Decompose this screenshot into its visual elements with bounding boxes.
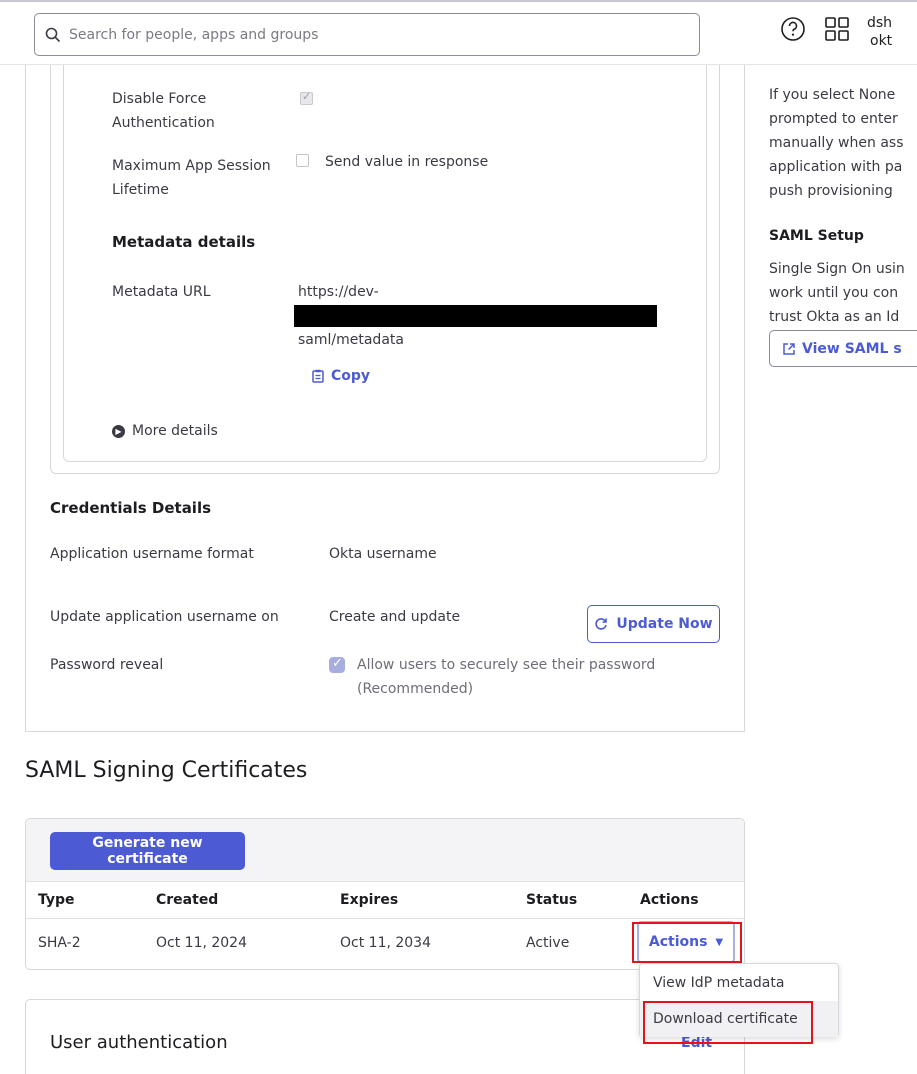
user-name[interactable]: dsh — [867, 14, 917, 32]
copy-link[interactable]: Copy — [311, 368, 370, 384]
username-format-label: Application username format — [50, 546, 254, 562]
external-link-icon — [783, 342, 795, 355]
cell-type: SHA-2 — [38, 935, 81, 951]
user-authentication-title: User authentication — [50, 1032, 228, 1053]
copy-label: Copy — [331, 368, 371, 384]
view-saml-label: View SAML s — [802, 340, 902, 357]
right-panel-line: push provisioning — [769, 183, 893, 199]
cell-status: Active — [526, 935, 570, 951]
column-header-status: Status — [526, 892, 578, 908]
table-header-divider — [26, 918, 744, 919]
max-session-label-2: Lifetime — [112, 182, 169, 198]
password-reveal-text-2: (Recommended) — [357, 681, 474, 697]
column-header-actions: Actions — [640, 892, 699, 908]
menu-item-view-idp-metadata[interactable]: View IdP metadata — [640, 965, 838, 1001]
right-panel-line: prompted to enter — [769, 111, 898, 127]
highlight-actions — [632, 922, 742, 963]
chevron-right-icon: ▶ — [112, 424, 125, 438]
metadata-url-label: Metadata URL — [112, 284, 211, 300]
cell-created: Oct 11, 2024 — [156, 935, 247, 951]
clipboard-icon — [312, 369, 324, 383]
column-header-type: Type — [38, 892, 75, 908]
search-box[interactable] — [34, 13, 700, 56]
generate-certificate-button[interactable]: Generate new certificate — [50, 832, 245, 870]
right-panel-line: manually when ass — [769, 135, 904, 151]
right-panel-line: work until you con — [769, 285, 899, 301]
saml-setup-title: SAML Setup — [769, 228, 864, 244]
help-icon[interactable] — [780, 16, 806, 42]
redacted-block — [294, 305, 657, 327]
credentials-heading: Credentials Details — [50, 499, 212, 517]
send-value-label: Send value in response — [325, 154, 489, 170]
update-on-label: Update application username on — [50, 609, 279, 625]
right-panel-line: Single Sign On usin — [769, 261, 905, 277]
user-org[interactable]: okt — [870, 32, 917, 50]
column-header-created: Created — [156, 892, 219, 908]
certificates-toolbar: Generate new certificate — [26, 819, 744, 882]
send-value-checkbox[interactable] — [296, 154, 309, 167]
metadata-url-end: saml/metadata — [298, 332, 404, 348]
metadata-heading: Metadata details — [112, 233, 256, 251]
password-reveal-checkbox[interactable] — [329, 656, 345, 673]
right-panel-line: If you select None — [769, 87, 896, 103]
username-format-value: Okta username — [329, 546, 437, 562]
disable-force-auth-label-2: Authentication — [112, 115, 215, 131]
column-header-expires: Expires — [340, 892, 399, 908]
update-on-value: Create and update — [329, 609, 461, 625]
more-details-label: More details — [132, 423, 218, 439]
more-details-toggle[interactable]: ▶ More details — [112, 423, 218, 439]
max-session-label: Maximum App Session — [112, 158, 271, 174]
search-input[interactable] — [69, 26, 669, 43]
password-reveal-text: Allow users to securely see their passwo… — [357, 657, 656, 673]
apps-grid-icon[interactable] — [824, 16, 850, 42]
view-saml-instructions-button[interactable]: View SAML s — [769, 330, 917, 367]
update-now-label: Update Now — [616, 616, 713, 632]
password-reveal-label: Password reveal — [50, 657, 164, 673]
right-panel-line: trust Okta as an Id — [769, 309, 900, 325]
top-header: dsh okt — [0, 2, 917, 65]
saml-certificates-title: SAML Signing Certificates — [25, 758, 308, 783]
update-now-button[interactable]: Update Now — [587, 605, 720, 643]
search-icon — [45, 27, 61, 42]
disable-force-auth-checkbox[interactable] — [300, 90, 313, 105]
cell-expires: Oct 11, 2034 — [340, 935, 431, 951]
right-panel-line: application with pa — [769, 159, 903, 175]
metadata-url-start: https://dev- — [298, 284, 379, 300]
highlight-download — [643, 1001, 813, 1044]
disable-force-auth-label: Disable Force — [112, 91, 207, 107]
refresh-icon — [595, 618, 608, 630]
